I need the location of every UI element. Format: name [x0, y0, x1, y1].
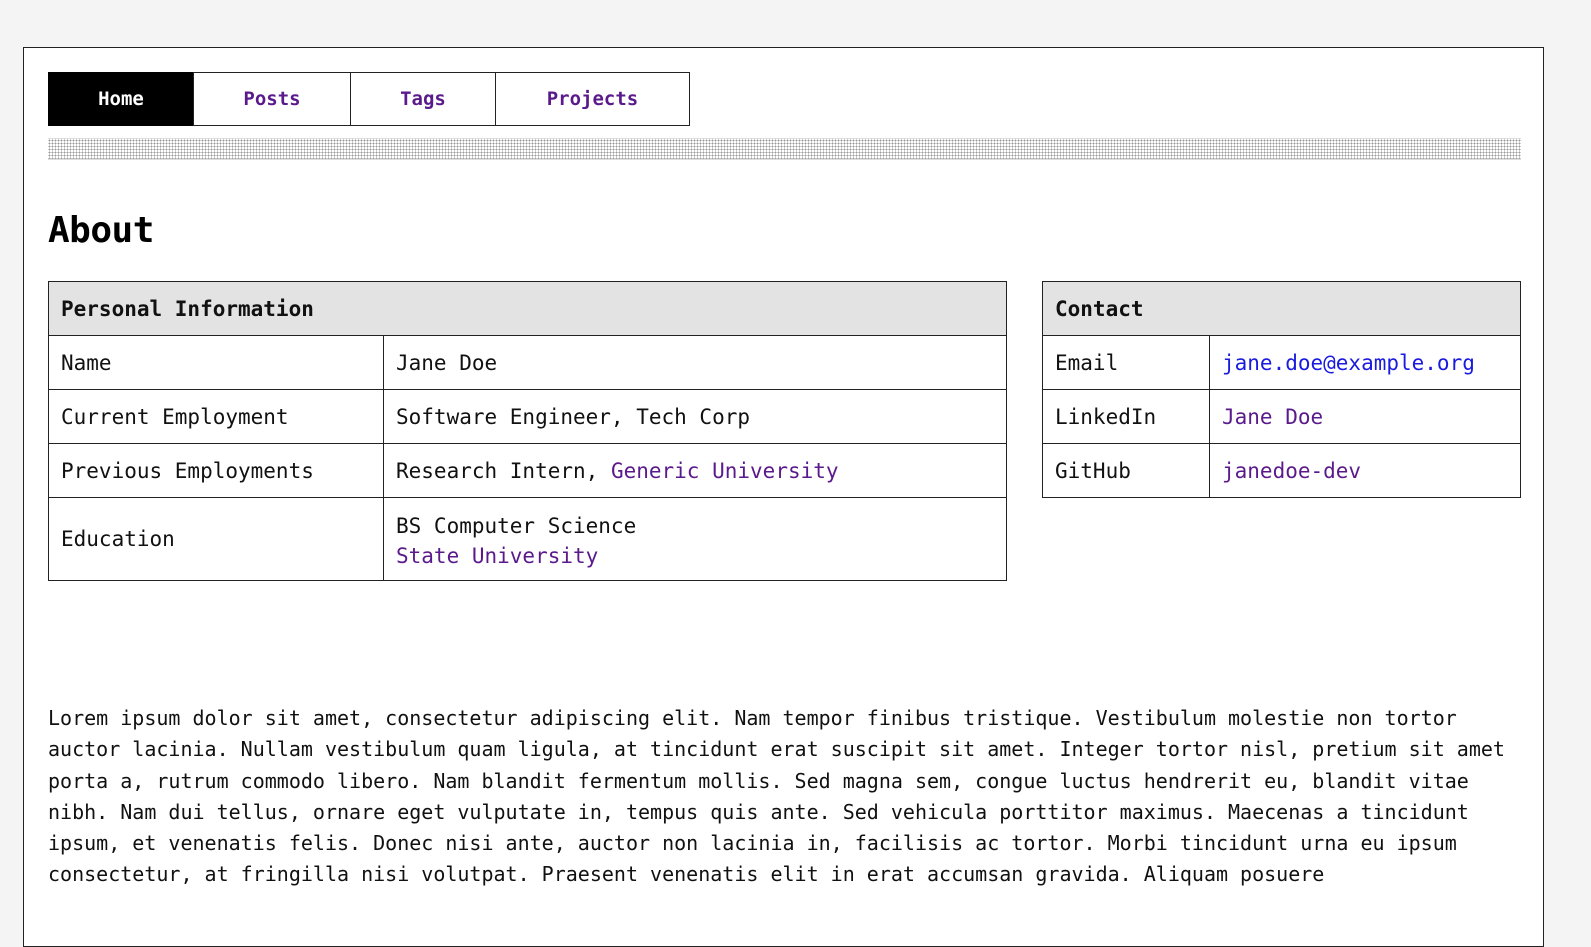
previous-employments-label: Previous Employments: [48, 443, 384, 498]
contact-table: Contact Email jane.doe@example.org Linke…: [1042, 281, 1521, 498]
education-degree: BS Computer Science: [396, 514, 637, 538]
table-row: Name Jane Doe: [48, 335, 1007, 390]
nav-projects[interactable]: Projects: [495, 72, 690, 126]
personal-info-header: Personal Information: [48, 281, 1007, 336]
state-university-link[interactable]: State University: [396, 544, 598, 568]
linkedin-link[interactable]: Jane Doe: [1222, 405, 1323, 429]
page-title: About: [48, 210, 154, 251]
table-row: Previous Employments Research Intern, Ge…: [48, 443, 1007, 498]
nav-tags[interactable]: Tags: [350, 72, 496, 126]
personal-info-table: Personal Information Name Jane Doe Curre…: [48, 281, 1007, 581]
education-label: Education: [48, 497, 384, 581]
name-label: Name: [48, 335, 384, 390]
github-value: janedoe-dev: [1209, 443, 1521, 498]
main-nav: Home Posts Tags Projects: [48, 72, 690, 126]
nav-posts[interactable]: Posts: [193, 72, 351, 126]
email-value: jane.doe@example.org: [1209, 335, 1521, 390]
about-paragraph: Lorem ipsum dolor sit amet, consectetur …: [48, 706, 1505, 887]
contact-header: Contact: [1042, 281, 1521, 336]
table-row: Email jane.doe@example.org: [1042, 335, 1521, 390]
previous-employment-text: Research Intern,: [396, 458, 599, 483]
table-row: GitHub janedoe-dev: [1042, 443, 1521, 498]
email-link[interactable]: jane.doe@example.org: [1222, 351, 1475, 375]
name-value: Jane Doe: [383, 335, 1007, 390]
github-label: GitHub: [1042, 443, 1210, 498]
current-employment-label: Current Employment: [48, 389, 384, 444]
current-employment-value: Software Engineer, Tech Corp: [383, 389, 1007, 444]
previous-employments-value: Research Intern, Generic University: [383, 443, 1007, 498]
table-row: Current Employment Software Engineer, Te…: [48, 389, 1007, 444]
dither-divider: [48, 138, 1521, 160]
github-link[interactable]: janedoe-dev: [1222, 459, 1361, 483]
linkedin-label: LinkedIn: [1042, 389, 1210, 444]
linkedin-value: Jane Doe: [1209, 389, 1521, 444]
generic-university-link[interactable]: Generic University: [611, 459, 839, 483]
page-container: Home Posts Tags Projects About Personal …: [23, 47, 1544, 947]
table-row: Education BS Computer Science State Univ…: [48, 497, 1007, 581]
table-row: LinkedIn Jane Doe: [1042, 389, 1521, 444]
education-value: BS Computer Science State University: [383, 497, 1007, 581]
nav-home[interactable]: Home: [48, 72, 194, 126]
email-label: Email: [1042, 335, 1210, 390]
